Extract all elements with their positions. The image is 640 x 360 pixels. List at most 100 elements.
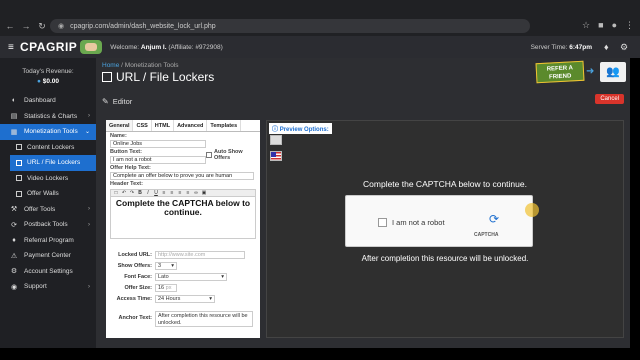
profile-icon[interactable]: ● [612, 20, 617, 31]
sidebar-item-dashboard[interactable]: ◐ Dashboard [0, 93, 96, 109]
show-offers-select[interactable]: 3 ▾ [155, 262, 177, 270]
extensions-icon[interactable]: ■ [598, 20, 603, 31]
align-right-icon[interactable]: ≡ [177, 190, 183, 196]
sidebar-nav: ◐ Dashboard ▤ Statistics & Charts › ▦ Moneti… [0, 93, 96, 295]
cursor-highlight [525, 203, 539, 217]
forward-icon[interactable]: → [20, 20, 32, 32]
refer-a-friend-banner[interactable]: REFER A FRIEND [535, 60, 585, 84]
header-text-editor[interactable]: Complete the CAPTCHA below to continue. [110, 197, 256, 239]
people-icon[interactable] [600, 62, 626, 82]
sidebar-item-video-lockers[interactable]: Video Lockers [0, 171, 96, 187]
tab-css[interactable]: CSS [133, 120, 152, 131]
offer-size-input[interactable]: 16 px [155, 284, 177, 292]
anchor-text-row: Anchor Text: After completion this resou… [106, 311, 260, 327]
preview-heading: Complete the CAPTCHA below to continue. [363, 179, 527, 189]
list-icon[interactable]: ≡ [185, 190, 191, 196]
header-text-label: Header Text: [110, 181, 143, 187]
captcha-widget[interactable]: I am not a robot ⟳ CAPTCHA [345, 195, 533, 247]
page-title: URL / File Lockers [102, 70, 214, 84]
anchor-text-field[interactable]: After completion this resource will be u… [155, 311, 253, 327]
logo-fist-icon [80, 40, 103, 54]
editor-tabs: General CSS HTML Advanced Templates [106, 120, 260, 132]
breadcrumb-monetization-tools[interactable]: Monetization Tools [125, 62, 179, 69]
show-offers-row: Show Offers: 3 ▾ [106, 262, 260, 270]
back-icon[interactable]: ← [4, 20, 16, 32]
preview-options-label[interactable]: ⓘ Preview Options: [269, 123, 332, 134]
bell-icon[interactable]: ♦ [604, 43, 613, 52]
sidebar-item-content-lockers[interactable]: Content Lockers [0, 140, 96, 156]
sidebar-item-payment-center[interactable]: ⚠ Payment Center [0, 248, 96, 264]
sidebar-item-monetization-tools[interactable]: ▦ Monetization Tools ⌄ [0, 124, 96, 140]
auto-show-offers[interactable]: Auto Show Offers [206, 149, 260, 161]
tab-templates[interactable]: Templates [207, 120, 242, 131]
reload-icon[interactable]: ↻ [36, 20, 48, 32]
locked-url-row: Locked URL: http://www.site.com [106, 251, 260, 259]
image-icon[interactable]: ▣ [201, 190, 207, 196]
welcome-text: Welcome: Anjum I. (Affiliate: #972908) [110, 43, 223, 51]
font-face-select[interactable]: Lato ▾ [155, 273, 227, 281]
gear-icon[interactable]: ⚙ [620, 43, 629, 52]
tab-advanced[interactable]: Advanced [174, 120, 208, 131]
browser-chrome: ← → ↻ ◉ cpagrip.com/admin/dash_website_l… [0, 0, 640, 36]
source-icon[interactable]: □ [113, 190, 119, 196]
postback-icon: ⟳ [11, 221, 17, 229]
sidebar-item-account-settings[interactable]: ⚙ Account Settings [0, 264, 96, 280]
sidebar-item-support[interactable]: ◉ Support › [0, 279, 96, 295]
button-text-field[interactable]: I am not a robot [110, 156, 206, 164]
revenue-label: Today's Revenue: [22, 68, 74, 75]
chevron-down-icon: ▾ [221, 274, 224, 280]
underline-icon[interactable]: U [153, 190, 159, 196]
locked-url-label: Locked URL: [118, 252, 152, 258]
address-bar[interactable]: ◉ cpagrip.com/admin/dash_website_lock_ur… [50, 19, 530, 33]
sidebar-item-postback-tools[interactable]: ⟳ Postback Tools › [0, 217, 96, 233]
name-label: Name: [110, 133, 127, 139]
sidebar-item-offer-tools[interactable]: ⚒ Offer Tools › [0, 202, 96, 218]
access-time-select[interactable]: 24 Hours ▾ [155, 295, 215, 303]
undo-icon[interactable]: ↶ [121, 190, 127, 196]
link-icon[interactable]: ∞ [193, 190, 199, 196]
captcha-checkbox[interactable] [378, 218, 387, 227]
bookmark-star-icon[interactable]: ☆ [582, 20, 590, 31]
user-name: Anjum I. [140, 43, 167, 51]
chevron-right-icon: › [88, 113, 90, 120]
align-center-icon[interactable]: ≡ [169, 190, 175, 196]
bold-icon[interactable]: B [137, 190, 143, 196]
breadcrumb-home[interactable]: Home [102, 62, 119, 69]
hamburger-menu-icon[interactable]: ≡ [8, 42, 18, 53]
align-left-icon[interactable]: ≡ [161, 190, 167, 196]
tab-html[interactable]: HTML [152, 120, 175, 131]
tab-strip [0, 0, 640, 14]
site-info-icon[interactable]: ◉ [58, 22, 64, 30]
name-field[interactable]: Online Jobs [110, 140, 206, 148]
revenue-icon: ● [36, 78, 41, 85]
chat-preview-icon[interactable] [270, 135, 282, 145]
italic-icon[interactable]: I [145, 190, 151, 196]
sidebar: Today's Revenue: ● $0.00 ◐ Dashboard ▤ Sta… [0, 58, 96, 348]
preview-panel: ⓘ Preview Options: Complete the CAPTCHA … [266, 120, 624, 338]
anchor-text-label: Anchor Text: [118, 315, 152, 321]
auto-show-checkbox[interactable] [206, 152, 212, 158]
browser-actions: ☆ ■ ● ⋮ [582, 20, 634, 31]
captcha-label: I am not a robot [392, 218, 445, 227]
dashboard-icon: ◐ [11, 97, 17, 105]
sidebar-item-referral-program[interactable]: ♦ Referral Program [0, 233, 96, 249]
cancel-button[interactable]: Cancel [595, 94, 624, 104]
redo-icon[interactable]: ↷ [129, 190, 135, 196]
settings-icon: ⚙ [10, 268, 18, 276]
font-face-label: Font Face: [124, 274, 152, 280]
access-time-row: Access Time: 24 Hours ▾ [106, 295, 260, 303]
menu-dots-icon[interactable]: ⋮ [625, 20, 634, 31]
offer-size-row: Offer Size: 16 px [106, 284, 260, 292]
recaptcha-logo-icon: ⟳ [488, 212, 500, 226]
tab-general[interactable]: General [106, 120, 134, 131]
server-time: Server Time: 6:47pm [530, 43, 592, 51]
offer-size-label: Offer Size: [124, 285, 152, 291]
sidebar-item-url-file-lockers[interactable]: URL / File Lockers [10, 155, 96, 171]
logo[interactable]: CPAGRIP [20, 40, 77, 54]
sidebar-item-offer-walls[interactable]: Offer Walls [0, 186, 96, 202]
offer-help-field[interactable]: Complete an offer below to prove you are… [110, 172, 254, 180]
sidebar-item-statistics[interactable]: ▤ Statistics & Charts › [0, 109, 96, 125]
us-flag-icon[interactable] [270, 151, 282, 161]
locked-url-input[interactable]: http://www.site.com [155, 251, 245, 259]
font-face-row: Font Face: Lato ▾ [106, 273, 260, 281]
